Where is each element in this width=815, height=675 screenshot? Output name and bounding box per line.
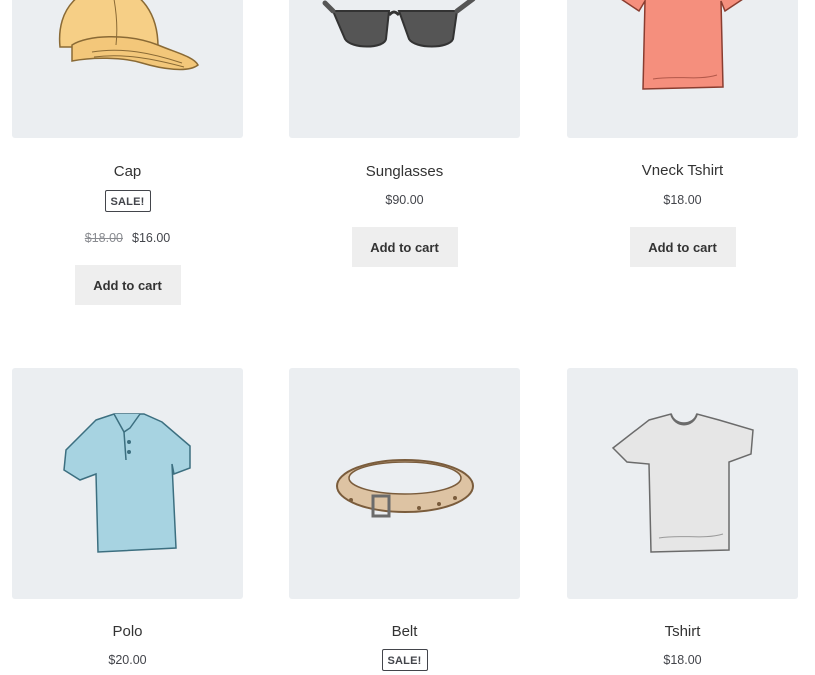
sale-price: $16.00 bbox=[132, 231, 171, 245]
product-price: $18.00 bbox=[663, 193, 702, 207]
product-image-link[interactable] bbox=[289, 0, 520, 138]
product-price: $90.00 bbox=[385, 193, 424, 207]
sunglasses-icon bbox=[322, 0, 476, 48]
product-title[interactable]: Polo bbox=[12, 622, 243, 642]
product-price: $18.00 bbox=[663, 653, 702, 667]
product-title[interactable]: Tshirt bbox=[567, 622, 798, 642]
product-title[interactable]: Belt bbox=[289, 622, 520, 642]
belt-icon bbox=[336, 459, 474, 518]
add-to-cart-button[interactable]: Add to cart bbox=[74, 265, 181, 305]
product-image-link[interactable] bbox=[567, 368, 798, 599]
product-image-link[interactable] bbox=[12, 368, 243, 599]
add-to-cart-button[interactable]: Add to cart bbox=[629, 227, 736, 267]
product-image-link[interactable] bbox=[567, 0, 798, 138]
product-price: $20.00 bbox=[108, 653, 147, 667]
cap-icon bbox=[58, 0, 199, 71]
product-title[interactable]: Vneck Tshirt bbox=[567, 161, 798, 181]
sale-badge: SALE! bbox=[104, 190, 151, 212]
product-image-link[interactable] bbox=[289, 368, 520, 599]
product-title[interactable]: Sunglasses bbox=[289, 162, 520, 182]
vneck-tshirt-icon bbox=[621, 0, 743, 90]
product-price: $18.00 $16.00 bbox=[12, 230, 243, 246]
add-to-cart-button[interactable]: Add to cart bbox=[351, 227, 458, 267]
regular-price: $18.00 bbox=[84, 231, 123, 245]
sale-badge: SALE! bbox=[381, 649, 428, 671]
polo-shirt-icon bbox=[63, 413, 191, 553]
tshirt-icon bbox=[611, 413, 754, 553]
product-title[interactable]: Cap bbox=[12, 162, 243, 182]
product-image-link[interactable] bbox=[12, 0, 243, 138]
